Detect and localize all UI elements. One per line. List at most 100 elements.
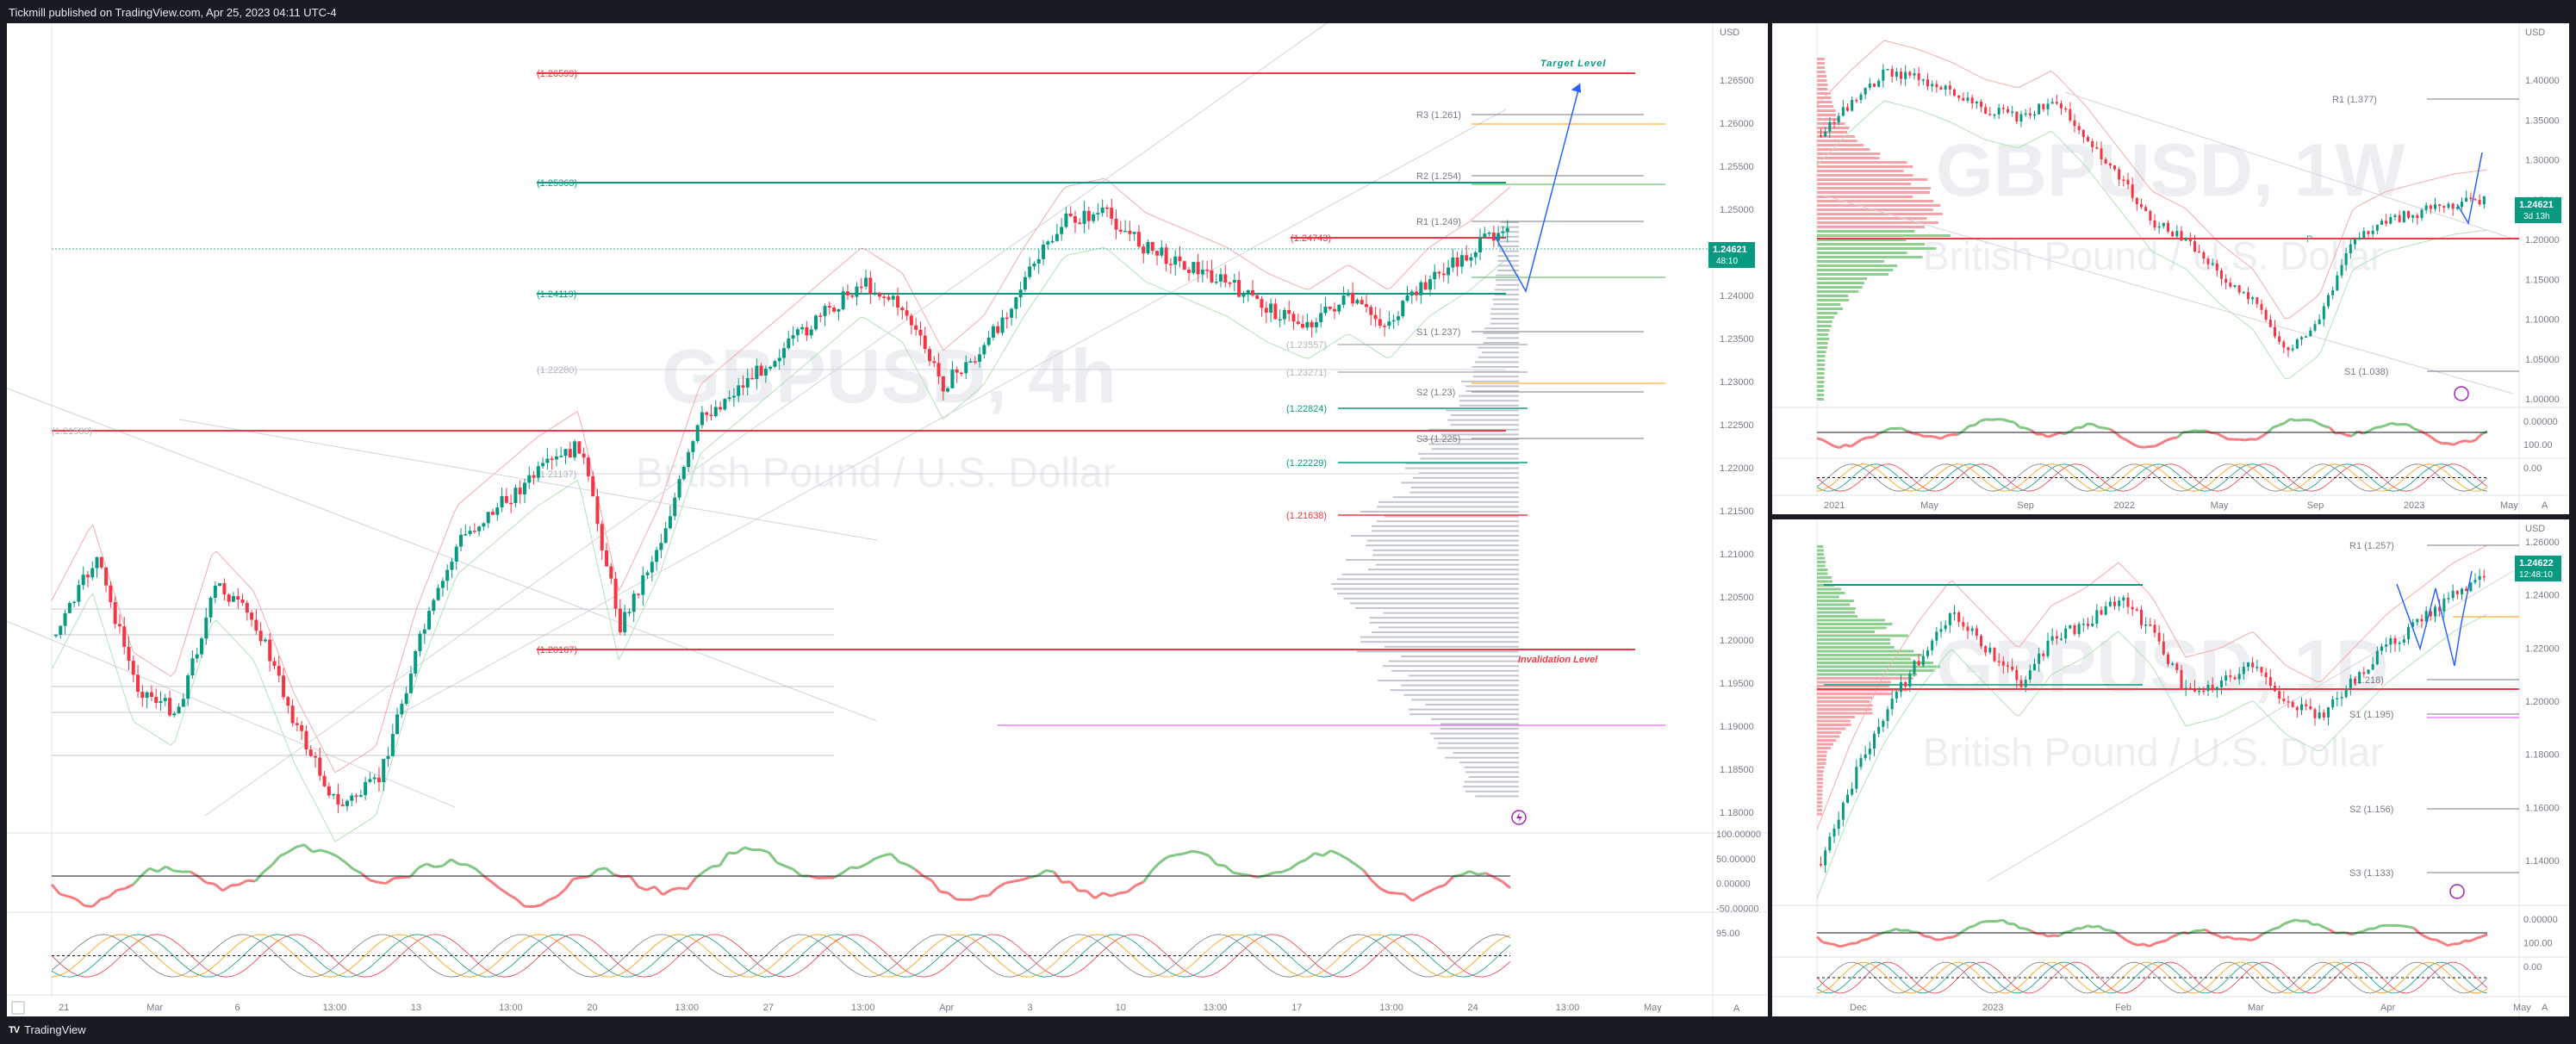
weekly-projection-path[interactable]	[2456, 152, 2483, 226]
main-chart-canvas[interactable]: GBPUSD, 4h British Pound / U.S. Dollar U…	[7, 23, 1768, 1016]
main-osc1-seg	[401, 875, 411, 879]
main-price-tick: 1.20000	[1720, 636, 1754, 646]
main-candle	[240, 599, 245, 603]
weekly-candle	[1868, 84, 1871, 88]
footer-brand[interactable]: TV TradingView	[9, 1022, 86, 1039]
daily-lightning-icon[interactable]	[2449, 884, 2465, 899]
weekly-osc1-seg	[2052, 431, 2060, 437]
daily-osc1-seg	[2098, 924, 2106, 931]
weekly-osc1-seg	[1827, 441, 1835, 448]
weekly-candle	[1900, 71, 1902, 79]
main-candle	[1260, 299, 1264, 308]
main-candle	[400, 704, 404, 715]
main-price-tick: 1.19500	[1720, 679, 1754, 689]
weekly-vp-bar	[1817, 385, 1825, 388]
daily-axis-unit: USD	[2525, 524, 2545, 534]
daily-chart-canvas[interactable]: GBPUSD, 1D British Pound / U.S. Dollar U…	[1772, 519, 2569, 1016]
daily-vp-bar	[1817, 700, 1870, 703]
main-candle	[472, 531, 476, 532]
main-goto-icon[interactable]	[11, 1001, 25, 1015]
weekly-vp-bar	[1817, 368, 1825, 370]
weekly-vp-bar	[1817, 260, 1885, 263]
daily-projection-path[interactable]	[2396, 570, 2473, 667]
weekly-candle	[2354, 239, 2356, 245]
daily-osc1-seg	[1862, 937, 1869, 942]
weekly-chart-panel[interactable]: GBPUSD, 1W British Pound / U.S. Dollar U…	[1772, 23, 2569, 514]
main-candle	[1246, 289, 1250, 294]
weekly-scale-btn[interactable]: A	[2542, 500, 2548, 511]
main-vp-bar	[1350, 535, 1519, 537]
main-candle	[1210, 270, 1214, 283]
main-candle	[1378, 319, 1382, 326]
weekly-candle	[2469, 197, 2473, 200]
weekly-price-axis[interactable]: 1.400001.350001.300001.250001.200001.150…	[2525, 76, 2560, 405]
main-candle	[213, 586, 217, 598]
main-candle	[54, 634, 58, 637]
main-candle	[322, 775, 327, 786]
weekly-price-badge: 1.24621	[2519, 200, 2554, 210]
main-time-tick: 13:00	[1556, 1003, 1580, 1013]
weekly-lightning-icon[interactable]	[2454, 386, 2469, 401]
daily-osc1-seg	[2447, 942, 2455, 948]
main-fib-label: (1.21638)	[1286, 511, 1327, 521]
weekly-chart-canvas[interactable]: GBPUSD, 1W British Pound / U.S. Dollar U…	[1772, 23, 2569, 514]
main-price-tick: 1.25500	[1720, 162, 1754, 172]
main-candle	[300, 724, 304, 731]
daily-candle	[2420, 618, 2424, 622]
main-osc1-seg	[784, 865, 794, 871]
daily-osc1-seg	[1815, 935, 1824, 943]
main-vp-bar	[1490, 313, 1519, 315]
main-osc1-seg	[645, 885, 656, 892]
daily-watermark-name: British Pound / U.S. Dollar	[1923, 730, 2383, 774]
main-candle	[923, 335, 927, 350]
daily-osc1-seg	[2244, 937, 2251, 942]
main-candle	[1465, 255, 1469, 261]
main-candle	[190, 658, 195, 676]
main-candle	[1068, 213, 1073, 216]
main-price-axis[interactable]: 1.265001.260001.255001.250001.245001.240…	[1720, 76, 1754, 818]
weekly-candle	[2461, 202, 2463, 208]
daily-osc1-seg	[1974, 921, 1982, 928]
main-vp-bar	[1392, 496, 1519, 499]
daily-candle	[2287, 701, 2290, 703]
main-candle	[996, 326, 1000, 333]
main-time-axis[interactable]: 21 Mar 6 13:00 13 13:00 20 13:00 27 13:00 Apr 3 10 13…	[59, 1003, 1662, 1013]
daily-candle	[1886, 709, 1889, 721]
main-osc1-seg	[148, 867, 159, 873]
main-vp-bar	[1369, 621, 1519, 624]
main-chart-panel[interactable]: GBPUSD, 4h British Pound / U.S. Dollar U…	[7, 23, 1768, 1016]
daily-osc1-seg	[2104, 928, 2111, 932]
daily-price-tick: 1.24000	[2525, 591, 2560, 601]
weekly-candle	[2478, 199, 2481, 205]
weekly-osc1-seg	[2256, 435, 2263, 441]
main-pivot-label: S2 (1.23)	[1416, 388, 1455, 398]
main-candle	[1010, 308, 1014, 318]
daily-candle	[1984, 646, 1988, 653]
main-candle	[1278, 319, 1282, 321]
daily-osc1-seg	[2227, 935, 2235, 941]
daily-time-axis[interactable]: Dec 2023 Feb Mar Apr May	[1850, 1003, 2531, 1013]
weekly-time-axis[interactable]: 2021 May Sep 2022 May Sep 2023 May	[1824, 500, 2518, 511]
daily-scale-btn[interactable]: A	[2542, 1003, 2548, 1013]
weekly-vp-bar	[1817, 333, 1829, 336]
weekly-candle	[2300, 337, 2303, 339]
main-candle	[950, 369, 955, 388]
main-candle	[782, 348, 786, 358]
daily-chart-panel[interactable]: GBPUSD, 1D British Pound / U.S. Dollar U…	[1772, 519, 2569, 1016]
weekly-time-tick: 2021	[1824, 500, 1845, 511]
daily-price-axis[interactable]: 1.26000 1.24000 1.22000 1.20000 1.18000 1.160…	[2525, 538, 2560, 867]
main-candle	[1505, 227, 1509, 233]
daily-candle	[2309, 705, 2312, 710]
main-scale-btn[interactable]: A	[1733, 1004, 1740, 1014]
weekly-osc1-seg	[2216, 432, 2224, 438]
main-candle	[586, 457, 590, 476]
weekly-candle	[2362, 231, 2366, 239]
main-candle	[850, 295, 855, 297]
daily-vp-bar	[1817, 755, 1827, 757]
weekly-osc1-seg	[1980, 418, 1987, 423]
daily-vp-bar	[1817, 693, 1892, 695]
main-osc1-seg	[1411, 894, 1422, 903]
main-vp-bar	[1417, 452, 1519, 455]
main-candle	[327, 786, 331, 796]
main-candle	[563, 449, 568, 457]
